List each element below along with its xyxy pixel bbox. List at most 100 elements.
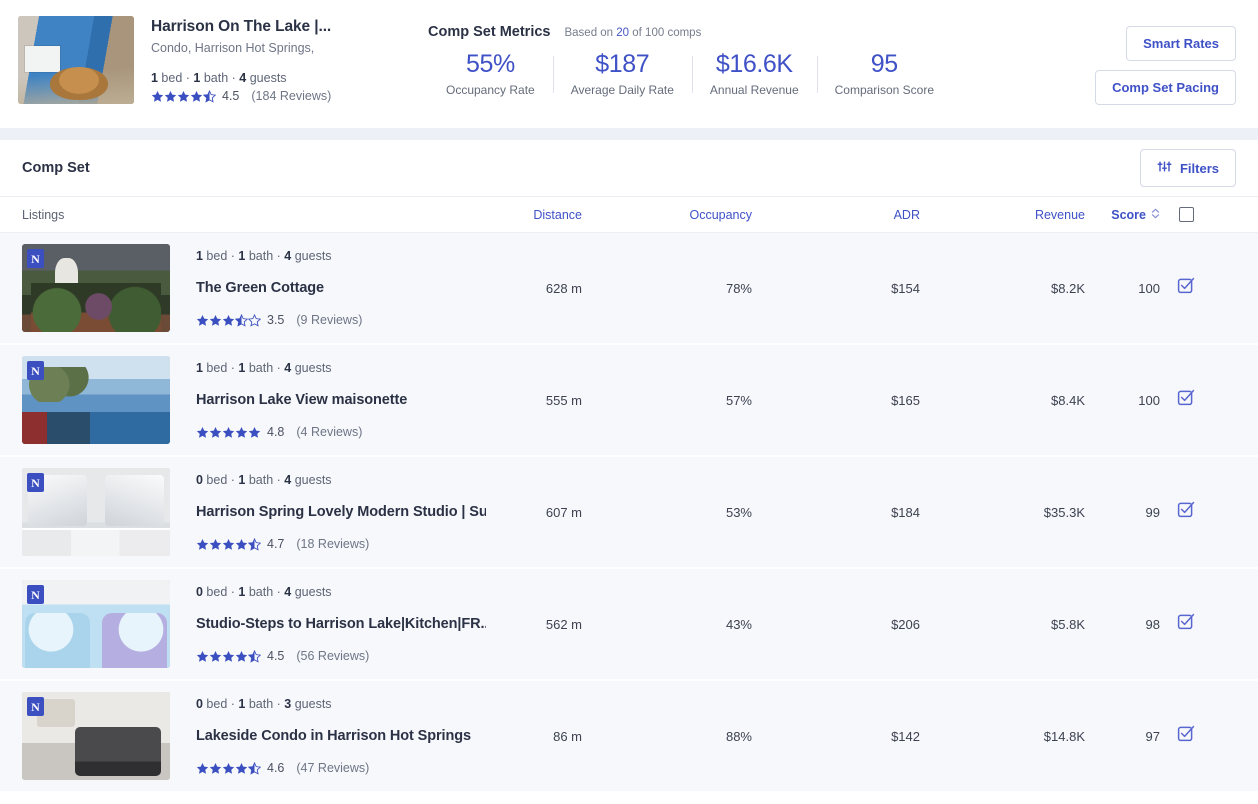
listing-cell[interactable]: N 0 bed · 1 bath · 4 guests Harrison Spr… bbox=[22, 468, 490, 556]
listing-subtitle: Condo, Harrison Hot Springs, bbox=[151, 41, 315, 55]
smart-rates-button[interactable]: Smart Rates bbox=[1126, 26, 1236, 61]
column-header-adr[interactable]: ADR bbox=[752, 208, 920, 222]
cell-select bbox=[1160, 612, 1212, 636]
listing-meta: 0 bed · 1 bath · 3 guests Lakeside Condo… bbox=[196, 697, 486, 775]
comp-set-title: Comp Set bbox=[22, 160, 90, 176]
row-checkbox-checked-icon[interactable] bbox=[1177, 500, 1196, 524]
select-all-checkbox[interactable] bbox=[1178, 207, 1194, 222]
listing-meta: 1 bed · 1 bath · 4 guests The Green Cott… bbox=[196, 249, 486, 327]
row-thumbnail-image bbox=[22, 244, 170, 332]
listing-name[interactable]: The Green Cottage bbox=[196, 280, 486, 296]
metric-value: 55% bbox=[465, 50, 515, 78]
cell-revenue: $35.3K bbox=[1043, 504, 1085, 520]
row-beds-label: bed bbox=[202, 361, 228, 375]
cell-score: 100 bbox=[1138, 280, 1160, 296]
row-specs: 0 bed · 1 bath · 4 guests bbox=[196, 473, 332, 487]
table-row[interactable]: N 1 bed · 1 bath · 4 guests Harrison Lak… bbox=[0, 345, 1258, 457]
comp-set-card: Comp Set Filters Listings Distance Occup… bbox=[0, 140, 1258, 804]
listing-cell[interactable]: N 0 bed · 1 bath · 4 guests Studio-Steps… bbox=[22, 580, 490, 668]
row-thumbnail[interactable]: N bbox=[22, 244, 170, 332]
comp-set-metrics-title: Comp Set Metrics bbox=[428, 24, 551, 40]
star-rating-icon bbox=[151, 89, 216, 103]
sort-chevron-icon[interactable] bbox=[1151, 208, 1160, 222]
rating-value: 4.6 bbox=[267, 761, 285, 775]
comp-set-table: Listings Distance Occupancy ADR Revenue … bbox=[0, 197, 1258, 793]
listing-name[interactable]: Harrison Lake View maisonette bbox=[196, 392, 486, 408]
row-thumbnail-image bbox=[22, 468, 170, 556]
row-guests-label: guests bbox=[291, 473, 332, 487]
listing-rating: 4.7 (18 Reviews) bbox=[196, 537, 486, 551]
review-count: (18 Reviews) bbox=[296, 537, 370, 551]
listing-name[interactable]: Lakeside Condo in Harrison Hot Springs bbox=[196, 728, 486, 744]
source-badge-icon: N bbox=[27, 473, 44, 492]
cell-distance: 628 m bbox=[545, 280, 582, 296]
review-count: (9 Reviews) bbox=[296, 313, 363, 327]
column-header-distance[interactable]: Distance bbox=[490, 208, 582, 222]
listing-cell[interactable]: N 1 bed · 1 bath · 4 guests Harrison Lak… bbox=[22, 356, 490, 444]
table-body: N 1 bed · 1 bath · 4 guests The Green Co… bbox=[0, 233, 1258, 793]
row-baths-label: bath bbox=[245, 249, 274, 263]
listing-summary-card: Harrison On The Lake |... Condo, Harriso… bbox=[0, 0, 1258, 128]
cell-revenue: $5.8K bbox=[1051, 616, 1085, 632]
row-thumbnail[interactable]: N bbox=[22, 468, 170, 556]
listing-name[interactable]: Studio-Steps to Harrison Lake|Kitchen|FR… bbox=[196, 616, 486, 632]
rating-value: 4.5 bbox=[222, 89, 240, 103]
table-row[interactable]: N 1 bed · 1 bath · 4 guests The Green Co… bbox=[0, 233, 1258, 345]
column-header-score[interactable]: Score bbox=[1085, 208, 1160, 222]
cell-select bbox=[1160, 724, 1212, 748]
table-row[interactable]: N 0 bed · 1 bath · 4 guests Harrison Spr… bbox=[0, 457, 1258, 569]
column-header-listings: Listings bbox=[22, 207, 65, 222]
row-guests-label: guests bbox=[291, 697, 332, 711]
table-row[interactable]: N 0 bed · 1 bath · 3 guests Lakeside Con… bbox=[0, 681, 1258, 793]
row-baths-label: bath bbox=[245, 585, 274, 599]
row-checkbox-checked-icon[interactable] bbox=[1177, 388, 1196, 412]
cell-occupancy: 53% bbox=[725, 504, 752, 520]
row-guests-label: guests bbox=[291, 361, 332, 375]
column-header-occupancy[interactable]: Occupancy bbox=[582, 208, 752, 222]
row-thumbnail-image bbox=[22, 692, 170, 780]
row-beds-count: 0 bbox=[196, 473, 203, 487]
metric-label: Average Daily Rate bbox=[570, 82, 674, 97]
star-rating-icon bbox=[196, 649, 261, 663]
listing-cell[interactable]: N 1 bed · 1 bath · 4 guests The Green Co… bbox=[22, 244, 490, 332]
row-checkbox-checked-icon[interactable] bbox=[1177, 724, 1196, 748]
metric-comparison-score: 95 Comparison Score bbox=[816, 50, 952, 97]
filters-label: Filters bbox=[1179, 160, 1219, 176]
cell-occupancy: 43% bbox=[725, 616, 752, 632]
row-thumbnail-image bbox=[22, 580, 170, 668]
column-header-score-label: Score bbox=[1111, 207, 1146, 222]
filters-button[interactable]: Filters bbox=[1139, 149, 1236, 187]
row-thumbnail[interactable]: N bbox=[22, 692, 170, 780]
page-title: Harrison On The Lake |... bbox=[151, 18, 332, 35]
row-checkbox-checked-icon[interactable] bbox=[1177, 612, 1196, 636]
row-beds-count: 0 bbox=[196, 585, 203, 599]
review-count: (184 Reviews) bbox=[251, 89, 332, 103]
cell-occupancy: 57% bbox=[725, 392, 752, 408]
listing-name[interactable]: Harrison Spring Lovely Modern Studio | S… bbox=[196, 504, 486, 520]
row-beds-label: bed bbox=[202, 473, 228, 487]
listing-cell[interactable]: N 0 bed · 1 bath · 3 guests Lakeside Con… bbox=[22, 692, 490, 780]
cell-distance: 86 m bbox=[553, 728, 582, 744]
table-header-row: Listings Distance Occupancy ADR Revenue … bbox=[0, 197, 1258, 233]
cell-adr: $206 bbox=[891, 616, 920, 632]
listing-rating: 4.5 (56 Reviews) bbox=[196, 649, 486, 663]
listing-info: Harrison On The Lake |... Condo, Harriso… bbox=[151, 16, 383, 103]
cell-adr: $154 bbox=[891, 280, 920, 296]
comp-set-metrics-header: Comp Set Metrics Based on 20 of 100 comp… bbox=[428, 24, 952, 40]
source-badge-icon: N bbox=[27, 697, 44, 716]
comp-set-metrics-basis: Based on 20 of 100 comps bbox=[564, 27, 701, 39]
star-rating-icon bbox=[196, 426, 261, 439]
row-thumbnail[interactable]: N bbox=[22, 580, 170, 668]
cell-adr: $184 bbox=[891, 504, 920, 520]
comp-set-pacing-button[interactable]: Comp Set Pacing bbox=[1095, 70, 1236, 105]
row-checkbox-checked-icon[interactable] bbox=[1177, 276, 1196, 300]
listing-rating: 4.5 (184 Reviews) bbox=[151, 89, 383, 103]
cell-distance: 607 m bbox=[545, 504, 582, 520]
listing-beds-label: bed bbox=[157, 71, 183, 85]
rating-value: 4.8 bbox=[267, 425, 285, 439]
row-thumbnail[interactable]: N bbox=[22, 356, 170, 444]
table-row[interactable]: N 0 bed · 1 bath · 4 guests Studio-Steps… bbox=[0, 569, 1258, 681]
listing-specs: 1 bed · 1 bath · 4 guests bbox=[151, 71, 287, 85]
column-header-revenue[interactable]: Revenue bbox=[920, 208, 1085, 222]
source-badge-icon: N bbox=[27, 361, 44, 380]
